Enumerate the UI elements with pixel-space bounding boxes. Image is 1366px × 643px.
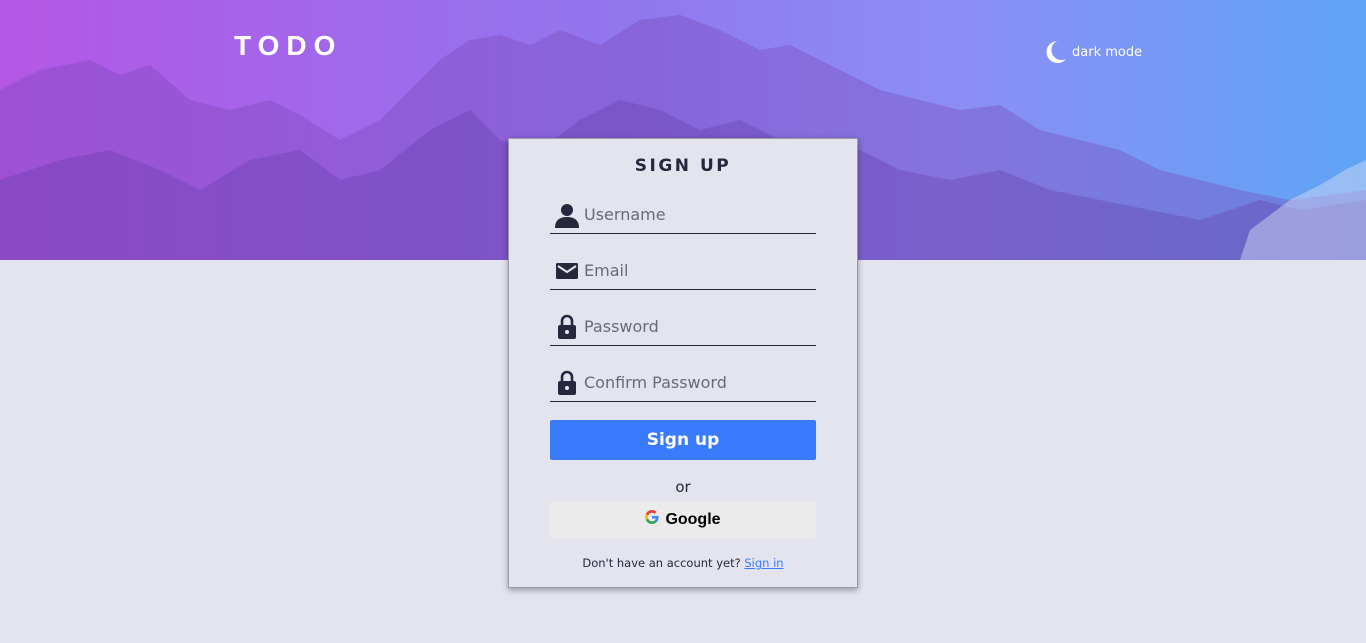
signup-button[interactable]: Sign up xyxy=(550,420,816,460)
signup-title: SIGN UP xyxy=(634,156,732,176)
lock-icon xyxy=(554,314,580,340)
google-icon xyxy=(645,510,659,529)
dark-mode-label: dark mode xyxy=(1072,44,1143,60)
confirm-password-field xyxy=(550,364,816,402)
moon-icon xyxy=(1043,39,1067,65)
username-field xyxy=(550,196,816,234)
username-input[interactable] xyxy=(584,199,804,230)
or-divider: or xyxy=(675,478,691,496)
signin-prompt-text: Don't have an account yet? xyxy=(582,556,741,570)
google-label: Google xyxy=(665,510,721,528)
signin-prompt: Don't have an account yet? Sign in xyxy=(509,556,857,570)
lock-icon xyxy=(554,370,580,396)
email-field xyxy=(550,252,816,290)
google-signin-button[interactable]: Google xyxy=(550,501,816,538)
dark-mode-toggle[interactable]: dark mode xyxy=(1043,38,1142,66)
user-icon xyxy=(554,202,580,228)
mail-icon xyxy=(554,258,580,284)
confirm-password-input[interactable] xyxy=(584,367,804,398)
password-input[interactable] xyxy=(584,311,804,342)
email-input[interactable] xyxy=(584,255,804,286)
signin-link[interactable]: Sign in xyxy=(744,556,783,570)
password-field xyxy=(550,308,816,346)
signup-card: SIGN UP Username Email Sign up or Google… xyxy=(508,138,858,588)
app-logo: TODO xyxy=(234,30,343,61)
